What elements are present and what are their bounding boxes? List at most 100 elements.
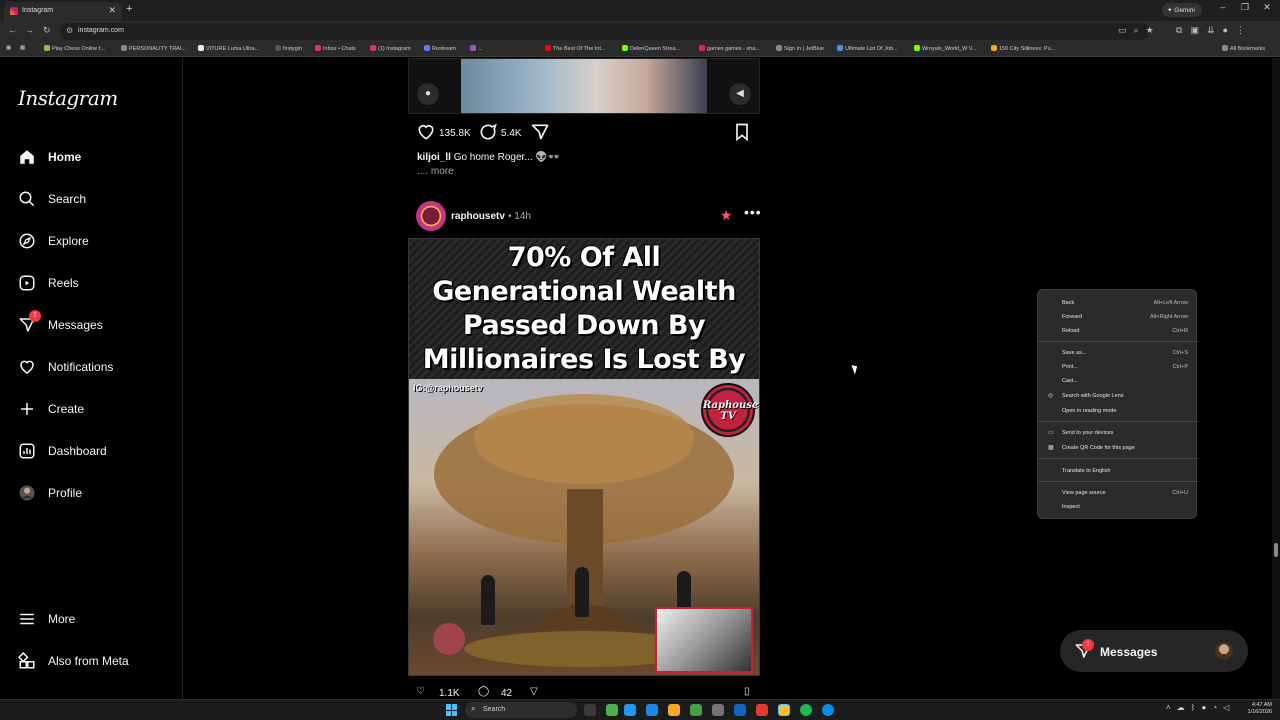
sidebar-item-home[interactable]: Home bbox=[18, 146, 168, 170]
close-tab-icon[interactable]: ✕ bbox=[108, 5, 116, 16]
post-avatar[interactable] bbox=[416, 201, 446, 231]
downloads-icon[interactable]: ⇊ bbox=[1207, 25, 1215, 35]
messages-pill-button[interactable]: 1 Messages bbox=[1060, 630, 1248, 672]
zoom-icon[interactable]: ⌕ bbox=[1134, 25, 1139, 35]
bookmark-item[interactable]: firstygiri bbox=[275, 45, 302, 52]
menu-item-forward[interactable]: Forward Alt+Right Arrow bbox=[1038, 311, 1198, 323]
new-tab-button[interactable]: + bbox=[126, 3, 132, 15]
gemini-button[interactable]: ✦ Gemini bbox=[1162, 3, 1202, 17]
caption-username[interactable]: kiljoi_ll bbox=[417, 152, 451, 163]
like-count[interactable]: 1.1K bbox=[439, 688, 460, 699]
menu-item-google-lens[interactable]: ◎ Search with Google Lens bbox=[1038, 390, 1198, 402]
menu-item-print[interactable]: Print... Ctrl+P bbox=[1038, 361, 1198, 373]
edge-icon[interactable] bbox=[822, 704, 834, 716]
sidebar-item-more[interactable]: More bbox=[18, 608, 168, 632]
like-heart-icon[interactable] bbox=[416, 122, 436, 142]
menu-item-reading-mode[interactable]: Open in reading mode bbox=[1038, 405, 1198, 417]
app-icon[interactable] bbox=[606, 704, 618, 716]
bookmark-item[interactable]: (1) Instagram bbox=[370, 45, 411, 52]
instagram-logo[interactable]: Instagram bbox=[18, 86, 118, 110]
reload-icon[interactable]: ↻ bbox=[43, 25, 51, 36]
sidebar-item-reels[interactable]: Reels bbox=[18, 272, 168, 296]
back-icon[interactable]: ← bbox=[8, 25, 17, 35]
scrollbar-thumb[interactable] bbox=[1274, 543, 1278, 557]
save-bookmark-icon[interactable]: ▯ bbox=[744, 686, 750, 697]
post-username[interactable]: raphousetv bbox=[451, 211, 505, 222]
sidepanel-icon[interactable]: ▣ bbox=[1190, 25, 1199, 35]
sidebar-item-messages[interactable]: 1 Messages bbox=[18, 310, 168, 338]
bookmark-item[interactable]: The Best Of The Int... bbox=[545, 45, 605, 52]
wifi-icon[interactable]: ◔ bbox=[1212, 703, 1217, 712]
minimize-icon[interactable]: – bbox=[1212, 2, 1234, 12]
share-icon[interactable]: ▽ bbox=[530, 686, 538, 697]
store-icon[interactable] bbox=[646, 704, 658, 716]
spotify-icon[interactable] bbox=[800, 704, 812, 716]
menu-item-cast[interactable]: Cast... bbox=[1038, 375, 1198, 387]
like-heart-icon[interactable]: ♡ bbox=[416, 686, 425, 697]
task-view-icon[interactable] bbox=[584, 704, 596, 716]
bookmark-star-icon[interactable]: ★ bbox=[1146, 25, 1154, 35]
address-bar[interactable]: ⚙ instagram.com bbox=[60, 23, 1150, 40]
browser-tab[interactable]: Instagram ✕ bbox=[4, 2, 122, 21]
file-explorer-icon[interactable] bbox=[668, 704, 680, 716]
menu-item-translate[interactable]: Translate to English bbox=[1038, 465, 1198, 477]
bookmark-item[interactable]: ... bbox=[470, 45, 483, 52]
volume-icon[interactable]: ◁ bbox=[1223, 703, 1229, 712]
bluetooth-icon[interactable]: ᛒ bbox=[1191, 703, 1196, 712]
restore-icon[interactable]: ❐ bbox=[1234, 2, 1256, 13]
sidebar-item-create[interactable]: Create bbox=[18, 398, 168, 422]
apps-icon[interactable]: ▦ bbox=[6, 45, 11, 51]
like-count[interactable]: 135.8K bbox=[439, 128, 471, 139]
taskbar-search[interactable]: ⌕ Search bbox=[465, 702, 577, 718]
bookmark-item[interactable]: Restream bbox=[424, 45, 456, 52]
cloud-icon[interactable]: ☁ bbox=[1177, 703, 1185, 712]
post-image[interactable]: 70% Of All Generational Wealth Passed Do… bbox=[408, 238, 760, 676]
comment-icon[interactable]: ◯ bbox=[478, 686, 489, 697]
sidebar-item-search[interactable]: Search bbox=[18, 188, 168, 212]
bookmark-item[interactable]: PERSONALITY TRAI... bbox=[121, 45, 186, 52]
bookmark-item[interactable]: games games - sha... bbox=[699, 45, 760, 52]
bookmark-item[interactable]: 150 City Silliness: Pu... bbox=[991, 45, 1055, 52]
audio-icon[interactable]: ◀ bbox=[729, 83, 751, 105]
windows-start-icon[interactable] bbox=[446, 704, 458, 716]
sidebar-item-notifications[interactable]: Notifications bbox=[18, 356, 168, 380]
install-app-icon[interactable]: ▭ bbox=[1118, 25, 1127, 35]
share-icon[interactable] bbox=[530, 122, 550, 142]
profile-menu-icon[interactable]: ● bbox=[1223, 25, 1228, 35]
sidebar-item-also-from-meta[interactable]: Also from Meta bbox=[18, 650, 168, 674]
bookmark-item[interactable]: VITURE Luma Ultra... bbox=[198, 45, 259, 52]
close-window-icon[interactable]: ✕ bbox=[1256, 2, 1278, 13]
menu-item-send-to-devices[interactable]: ▭ Send to your devices bbox=[1038, 427, 1198, 439]
kebab-menu-icon[interactable]: ⋮ bbox=[1236, 25, 1245, 35]
bookmark-item[interactable]: Play Chess Online f... bbox=[44, 45, 105, 52]
menu-item-inspect[interactable]: Inspect bbox=[1038, 501, 1198, 513]
menu-item-reload[interactable]: Reload Ctrl+R bbox=[1038, 325, 1198, 337]
bookmark-item[interactable]: Sign In | JetBlue bbox=[776, 45, 824, 52]
bookmark-item[interactable]: Wroyals_World_W V... bbox=[914, 45, 977, 52]
sidebar-item-explore[interactable]: Explore bbox=[18, 230, 168, 254]
save-bookmark-icon[interactable] bbox=[732, 122, 752, 142]
mic-icon[interactable]: ● bbox=[1201, 703, 1206, 712]
steam-icon[interactable] bbox=[734, 704, 746, 716]
chrome-icon[interactable] bbox=[778, 704, 790, 716]
comment-count[interactable]: 42 bbox=[501, 688, 512, 699]
menu-item-save-as[interactable]: Save as... Ctrl+S bbox=[1038, 347, 1198, 359]
extensions-icon[interactable]: ⧉ bbox=[1176, 25, 1182, 35]
all-bookmarks[interactable]: All Bookmarks bbox=[1222, 45, 1265, 52]
menu-item-view-source[interactable]: View page source Ctrl+U bbox=[1038, 487, 1198, 499]
grid-icon[interactable]: ▩ bbox=[20, 45, 25, 51]
comment-count[interactable]: 5.4K bbox=[501, 128, 522, 139]
copilot-icon[interactable] bbox=[624, 704, 636, 716]
app-icon[interactable] bbox=[690, 704, 702, 716]
site-info-icon[interactable]: ⚙ bbox=[66, 26, 73, 35]
bookmark-item[interactable]: Ultimate List Of Job... bbox=[837, 45, 898, 52]
page-scrollbar[interactable] bbox=[1272, 58, 1280, 699]
chevron-up-icon[interactable]: ˄ bbox=[1166, 703, 1171, 712]
caption-more-link[interactable]: .... more bbox=[417, 166, 454, 177]
menu-item-qr-code[interactable]: ▦ Create QR Code for this page bbox=[1038, 442, 1198, 454]
sidebar-item-dashboard[interactable]: Dashboard bbox=[18, 440, 168, 464]
forward-icon[interactable]: → bbox=[25, 25, 34, 35]
taskbar-clock[interactable]: 4:47 AM 1/16/2026 bbox=[1238, 702, 1272, 716]
tagged-users-icon[interactable]: ● bbox=[417, 83, 439, 105]
previous-post-video[interactable]: ● ◀ bbox=[408, 58, 760, 114]
